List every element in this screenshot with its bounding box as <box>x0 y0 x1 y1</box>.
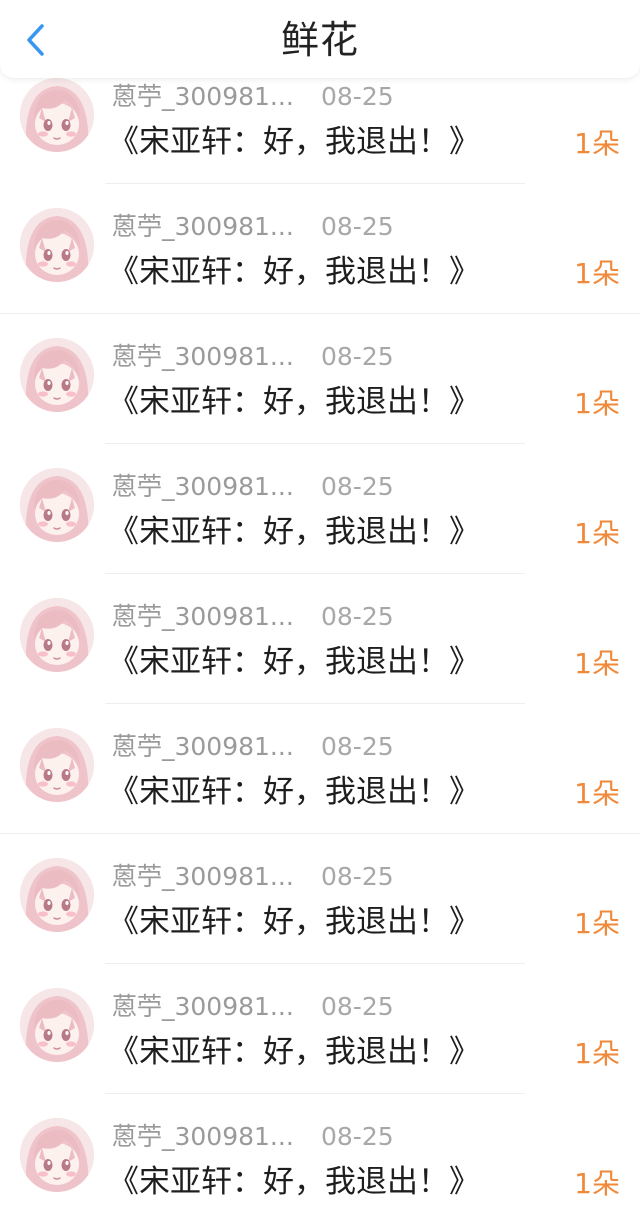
flower-count: 1朵 <box>574 1037 620 1070</box>
avatar-image <box>20 1118 94 1192</box>
flower-count: 1朵 <box>574 777 620 810</box>
flower-count: 1朵 <box>574 1167 620 1200</box>
user-name: 蒽苧_300981... <box>112 342 292 371</box>
flower-count: 1朵 <box>574 127 620 160</box>
user-name: 蒽苧_300981... <box>112 992 292 1021</box>
list-item[interactable]: 蒽苧_300981... 08-25 《宋亚轩：好，我退出！》 1朵 <box>0 964 640 1094</box>
avatar-image <box>20 858 94 932</box>
top-nav-bar: 鲜花 <box>0 0 640 78</box>
avatar[interactable] <box>20 598 94 672</box>
avatar[interactable] <box>20 78 94 152</box>
flower-count: 1朵 <box>574 517 620 550</box>
book-title[interactable]: 《宋亚轩：好，我退出！》 <box>108 772 480 812</box>
book-title[interactable]: 《宋亚轩：好，我退出！》 <box>108 512 480 552</box>
avatar-image <box>20 468 94 542</box>
avatar[interactable] <box>20 728 94 802</box>
user-name: 蒽苧_300981... <box>112 732 292 761</box>
list-item[interactable]: 蒽苧_300981... 08-25 《宋亚轩：好，我退出！》 1朵 <box>0 1094 640 1224</box>
book-title[interactable]: 《宋亚轩：好，我退出！》 <box>108 382 480 422</box>
date-label: 08-25 <box>321 342 394 371</box>
avatar-image <box>20 598 94 672</box>
avatar-image <box>20 728 94 802</box>
date-label: 08-25 <box>321 212 394 241</box>
flower-count: 1朵 <box>574 257 620 290</box>
book-title[interactable]: 《宋亚轩：好，我退出！》 <box>108 1032 480 1072</box>
flower-record-list: 蒽苧_300981... 08-25 《宋亚轩：好，我退出！》 1朵 蒽苧_30… <box>0 54 640 1224</box>
list-item[interactable]: 蒽苧_300981... 08-25 《宋亚轩：好，我退出！》 1朵 <box>0 574 640 704</box>
avatar[interactable] <box>20 1118 94 1192</box>
avatar[interactable] <box>20 338 94 412</box>
date-label: 08-25 <box>321 472 394 501</box>
avatar-image <box>20 988 94 1062</box>
list-item[interactable]: 蒽苧_300981... 08-25 《宋亚轩：好，我退出！》 1朵 <box>0 834 640 964</box>
avatar[interactable] <box>20 208 94 282</box>
avatar[interactable] <box>20 988 94 1062</box>
flower-count: 1朵 <box>574 387 620 420</box>
date-label: 08-25 <box>321 82 394 111</box>
date-label: 08-25 <box>321 862 394 891</box>
book-title[interactable]: 《宋亚轩：好，我退出！》 <box>108 1162 480 1202</box>
book-title[interactable]: 《宋亚轩：好，我退出！》 <box>108 642 480 682</box>
list-item[interactable]: 蒽苧_300981... 08-25 《宋亚轩：好，我退出！》 1朵 <box>0 444 640 574</box>
book-title[interactable]: 《宋亚轩：好，我退出！》 <box>108 902 480 942</box>
date-label: 08-25 <box>321 992 394 1021</box>
page-title: 鲜花 <box>280 18 359 62</box>
user-name: 蒽苧_300981... <box>112 1122 292 1151</box>
avatar[interactable] <box>20 858 94 932</box>
date-label: 08-25 <box>321 602 394 631</box>
user-name: 蒽苧_300981... <box>112 472 292 501</box>
user-name: 蒽苧_300981... <box>112 82 292 111</box>
list-item[interactable]: 蒽苧_300981... 08-25 《宋亚轩：好，我退出！》 1朵 <box>0 704 640 834</box>
avatar-image <box>20 78 94 152</box>
user-name: 蒽苧_300981... <box>112 602 292 631</box>
book-title[interactable]: 《宋亚轩：好，我退出！》 <box>108 122 480 162</box>
list-item[interactable]: 蒽苧_300981... 08-25 《宋亚轩：好，我退出！》 1朵 <box>0 184 640 314</box>
user-name: 蒽苧_300981... <box>112 212 292 241</box>
list-item[interactable]: 蒽苧_300981... 08-25 《宋亚轩：好，我退出！》 1朵 <box>0 314 640 444</box>
avatar-image <box>20 338 94 412</box>
avatar-image <box>20 208 94 282</box>
avatar[interactable] <box>20 468 94 542</box>
book-title[interactable]: 《宋亚轩：好，我退出！》 <box>108 252 480 292</box>
date-label: 08-25 <box>321 732 394 761</box>
date-label: 08-25 <box>321 1122 394 1151</box>
flower-count: 1朵 <box>574 647 620 680</box>
user-name: 蒽苧_300981... <box>112 862 292 891</box>
flower-count: 1朵 <box>574 907 620 940</box>
